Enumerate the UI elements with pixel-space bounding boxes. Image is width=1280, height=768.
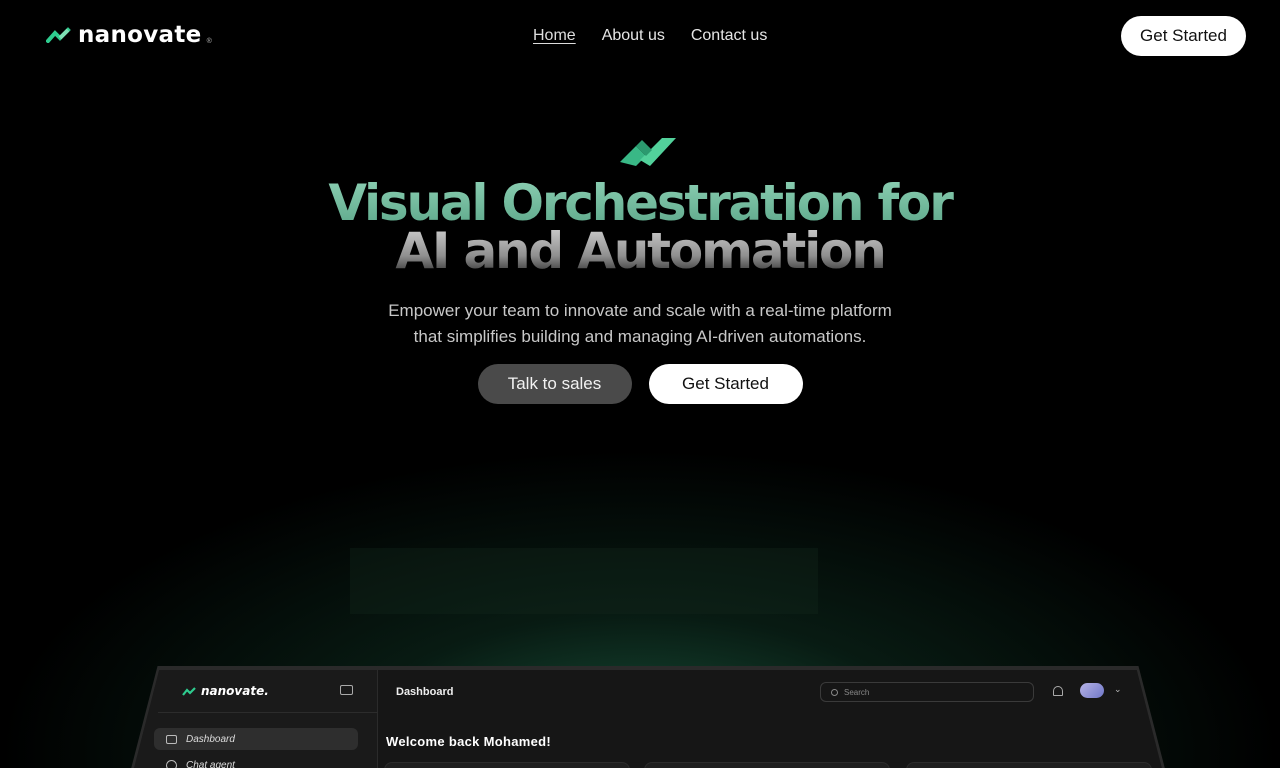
chevron-down-icon[interactable]: ⌄: [1114, 684, 1122, 695]
grid-icon: [166, 734, 177, 744]
nav-link-home[interactable]: Home: [533, 27, 576, 45]
dashboard-search-input[interactable]: Search: [820, 682, 1034, 702]
sidebar-item-chat-agent[interactable]: Chat agent: [154, 754, 358, 768]
sidebar-item-label: Dashboard: [186, 733, 235, 745]
dashboard-page-title: Dashboard: [396, 686, 454, 698]
search-placeholder: Search: [844, 687, 870, 697]
hero-brand-mark-icon: [620, 138, 676, 166]
hero-get-started-button[interactable]: Get Started: [648, 364, 803, 404]
hero-actions: Talk to sales Get Started: [0, 364, 1280, 404]
dashboard-brand-logo: nanovate.: [182, 684, 269, 698]
hero-subtitle-line-2: that simplifies building and managing AI…: [413, 327, 867, 346]
brand-mark-icon: [46, 27, 71, 43]
hero-title-line-2: AI and Automation: [0, 226, 1280, 276]
user-avatar[interactable]: [1080, 683, 1104, 698]
sidebar-toggle-icon[interactable]: [340, 685, 353, 695]
glow-overlay-band: [350, 548, 818, 614]
hero-subtitle: Empower your team to innovate and scale …: [0, 298, 1280, 350]
nav-link-about[interactable]: About us: [602, 27, 665, 45]
brand-name: nanovate: [78, 22, 202, 48]
talk-to-sales-button[interactable]: Talk to sales: [477, 364, 632, 404]
dashboard-card: [906, 762, 1152, 768]
dashboard-card: [644, 762, 890, 768]
dashboard-preview-frame: nanovate. Dashboard Chat agent Dashboard…: [124, 666, 1172, 768]
brand-logo[interactable]: nanovate ®: [46, 22, 212, 48]
dashboard-brand-name: nanovate.: [201, 684, 269, 698]
top-navigation: nanovate ® Home About us Contact us Get …: [0, 0, 1280, 72]
nav-link-contact[interactable]: Contact us: [691, 27, 767, 45]
sidebar-divider: [158, 712, 378, 713]
dashboard-brand-mark-icon: [182, 686, 196, 696]
nav-links: Home About us Contact us: [533, 27, 767, 45]
sidebar-item-dashboard[interactable]: Dashboard: [154, 728, 358, 750]
chat-icon: [166, 759, 177, 768]
registered-mark: ®: [206, 37, 212, 45]
notification-bell-icon[interactable]: [1053, 686, 1063, 696]
dashboard-card: [384, 762, 630, 768]
search-icon: [831, 688, 838, 696]
sidebar-item-label: Chat agent: [186, 759, 235, 768]
hero-title: Visual Orchestration for AI and Automati…: [0, 174, 1280, 276]
nav-get-started-button[interactable]: Get Started: [1121, 16, 1246, 56]
dashboard-preview-screen: nanovate. Dashboard Chat agent Dashboard…: [128, 670, 1168, 768]
hero-subtitle-line-1: Empower your team to innovate and scale …: [388, 301, 892, 320]
dashboard-sidebar: nanovate. Dashboard Chat agent: [128, 670, 378, 768]
welcome-message: Welcome back Mohamed!: [386, 734, 551, 749]
